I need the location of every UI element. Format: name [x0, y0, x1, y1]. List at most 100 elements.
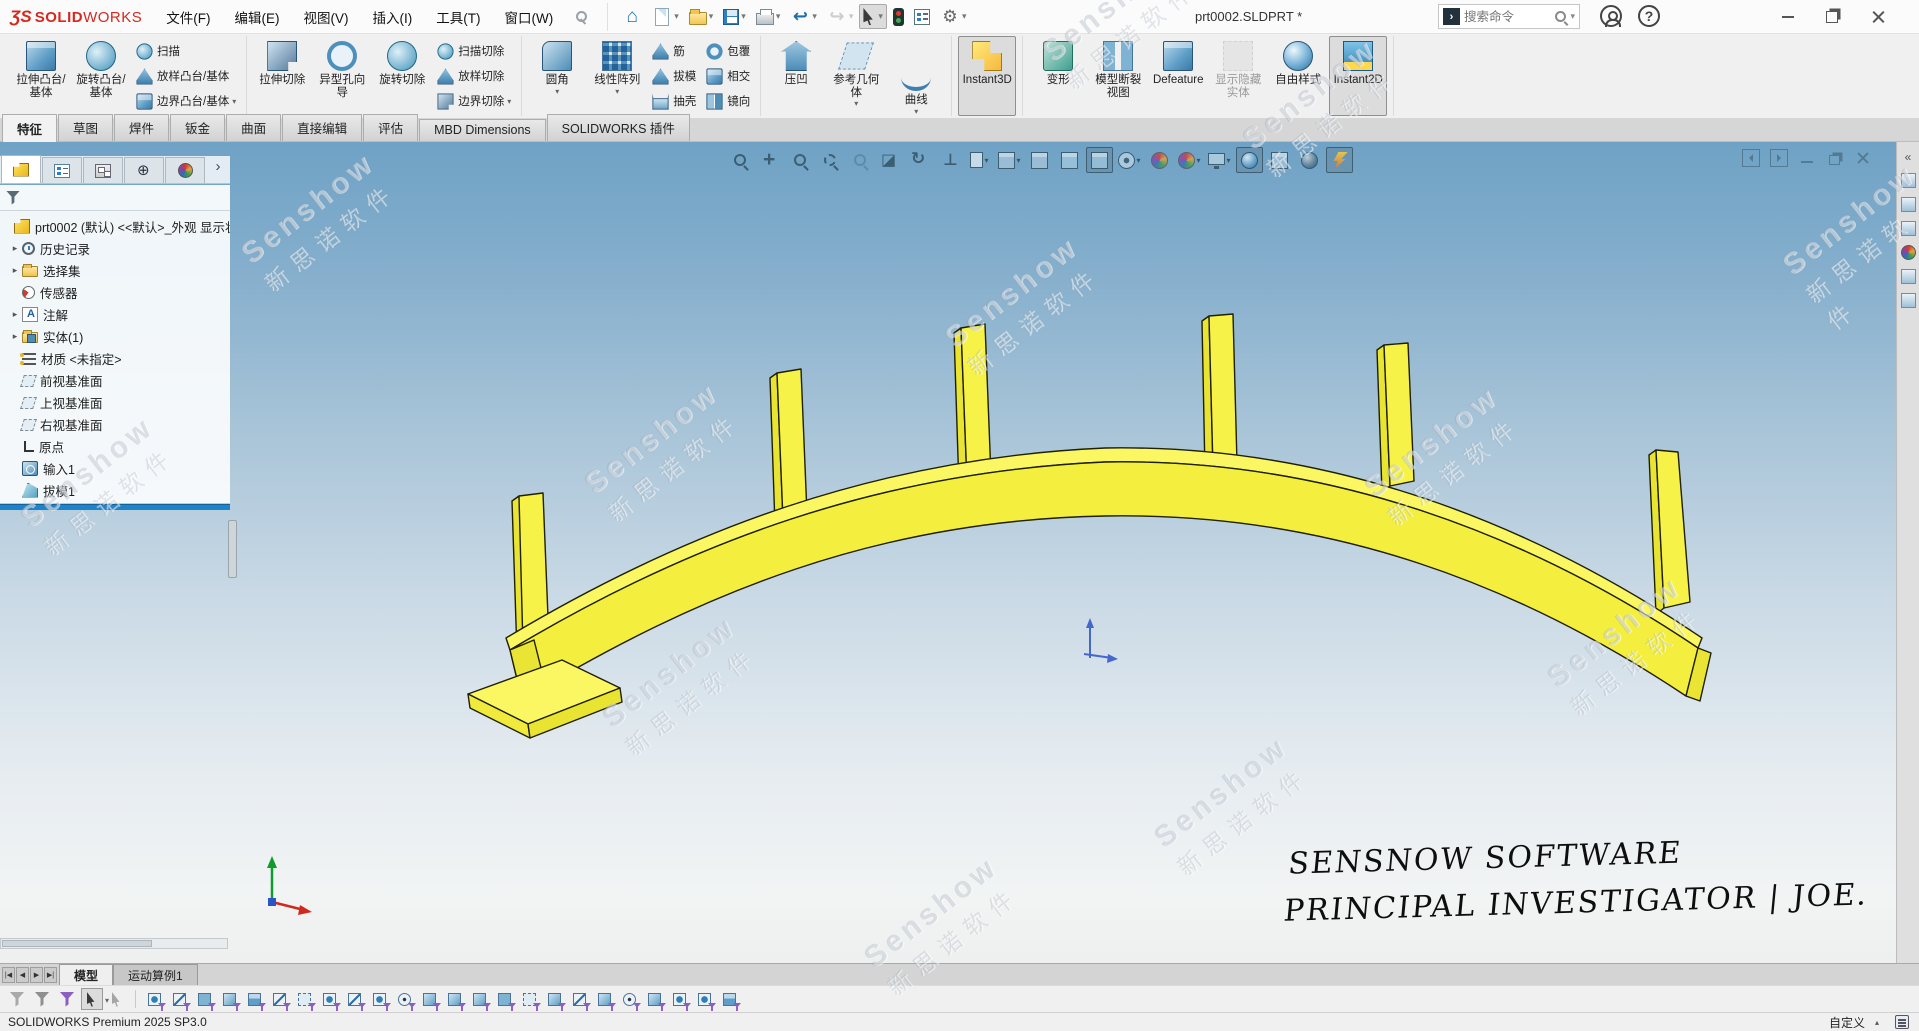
customize-label[interactable]: 自定义	[1829, 1014, 1865, 1031]
intersect-button[interactable]: 相交	[702, 64, 754, 88]
draft-button[interactable]: 拔模	[648, 64, 700, 88]
tab-weldments[interactable]: 焊件	[114, 114, 169, 141]
toggle-selection-filters-icon[interactable]	[56, 988, 78, 1010]
front-view-icon[interactable]: ▾	[996, 147, 1023, 173]
display-style-icon-caret[interactable]: ▾	[1136, 156, 1140, 165]
apply-scene-icon-caret[interactable]: ▾	[1196, 156, 1200, 165]
filter-routing-points-icon[interactable]	[668, 988, 690, 1010]
extruded-cut-button[interactable]: 拉伸切除	[253, 36, 311, 116]
linear-pattern-button-dropdown-icon[interactable]: ▾	[615, 88, 619, 96]
tree-item-history-expand-icon[interactable]: ▸	[8, 243, 22, 254]
search-dropdown-icon[interactable]: ▾	[1570, 11, 1575, 22]
instant2d-button[interactable]: Instant2D	[1329, 36, 1387, 116]
filter-datum-targets-icon[interactable]	[618, 988, 640, 1010]
reference-geometry-button-dropdown-icon[interactable]: ▾	[854, 100, 858, 108]
tree-item-draft1[interactable]: 拔模1	[0, 479, 230, 501]
panel-horizontal-scrollbar[interactable]	[0, 938, 228, 949]
instant3d-button[interactable]: Instant3D	[958, 36, 1016, 116]
menu-view[interactable]: 视图(V)	[294, 3, 359, 31]
edit-appearance-icon[interactable]	[1146, 147, 1173, 173]
open-icon-caret[interactable]: ▾	[709, 11, 714, 22]
tab-mbd-dimensions[interactable]: MBD Dimensions	[419, 119, 546, 141]
normal-to-icon[interactable]	[936, 147, 963, 173]
file-properties-icon[interactable]	[910, 5, 934, 29]
zoom-to-area-icon[interactable]	[786, 147, 813, 173]
minimize-button[interactable]	[1768, 0, 1808, 34]
tree-item-imported1[interactable]: 输入1	[0, 457, 230, 479]
undo-icon[interactable]: ▾	[786, 3, 821, 31]
tab-surfaces[interactable]: 曲面	[226, 114, 281, 141]
scrollbar-thumb[interactable]	[2, 940, 152, 947]
file-explorer-icon[interactable]	[1901, 221, 1916, 236]
revolved-cut-button[interactable]: 旋转切除	[373, 36, 431, 116]
account-icon[interactable]	[1600, 5, 1622, 27]
rib-button[interactable]: 筋	[648, 39, 700, 63]
shell-button[interactable]: 抽壳	[648, 89, 700, 113]
tree-item-front-plane[interactable]: 前视基准面	[0, 369, 230, 391]
search-icon[interactable]	[1555, 11, 1566, 22]
mirror-button[interactable]: 镜向	[702, 89, 754, 113]
deform-button[interactable]: 变形	[1029, 36, 1087, 116]
filter-dimensions-icon[interactable]	[443, 988, 465, 1010]
filter-notes-icon[interactable]	[518, 988, 540, 1010]
boundary-cut-button-dropdown-icon[interactable]: ▾	[507, 98, 511, 106]
view-orientation-icon[interactable]: ▾	[966, 147, 993, 173]
boundary-boss-button[interactable]: 边界凸台/基体▾	[132, 89, 240, 113]
home-taskpane-icon[interactable]	[1901, 173, 1916, 188]
revolved-boss-button[interactable]: 旋转凸台/基体	[72, 36, 130, 116]
show-hide-bodies-button[interactable]: 显示隐藏实体	[1209, 36, 1267, 116]
options-icon[interactable]: ▾	[936, 3, 971, 31]
redo-icon-caret[interactable]: ▾	[849, 11, 854, 22]
menu-insert[interactable]: 插入(I)	[363, 3, 423, 31]
tree-item-top-plane[interactable]: 上视基准面	[0, 391, 230, 413]
tree-item-selection-sets[interactable]: ▸选择集	[0, 259, 230, 281]
configurationmanager-tab[interactable]	[83, 157, 123, 183]
lasso-select-icon[interactable]	[106, 988, 128, 1010]
zoom-to-fit-icon[interactable]	[726, 147, 753, 173]
fillet-button[interactable]: 圆角▾	[528, 36, 586, 116]
pin-menu-icon[interactable]	[573, 9, 589, 25]
freestyle-button[interactable]: 自由样式	[1269, 36, 1327, 116]
apply-scene-icon[interactable]: ▾	[1176, 147, 1203, 173]
print-icon[interactable]: ▾	[752, 4, 785, 29]
model-tab[interactable]: 模型	[59, 964, 113, 985]
save-icon[interactable]: ▾	[719, 5, 750, 29]
filter-sketch-points-icon[interactable]	[318, 988, 340, 1010]
tile-next-icon[interactable]	[1770, 149, 1788, 167]
motion-study-tab[interactable]: 运动算例1	[113, 964, 198, 985]
displaymanager-tab[interactable]	[165, 157, 205, 183]
customize-caret-icon[interactable]: ▴	[1875, 1018, 1879, 1027]
undo-icon-caret[interactable]: ▾	[812, 11, 817, 22]
indent-button[interactable]: 压凹	[767, 36, 825, 116]
print-icon-caret[interactable]: ▾	[776, 11, 781, 22]
menu-tools[interactable]: 工具(T)	[426, 3, 490, 31]
new-document-icon-caret[interactable]: ▾	[674, 11, 679, 22]
shaded-with-edges-icon[interactable]	[1086, 147, 1113, 173]
next-tab-icon[interactable]: ▶	[30, 967, 43, 983]
section-view-icon[interactable]	[876, 147, 903, 173]
restore-button[interactable]	[1812, 0, 1852, 34]
tree-item-selection-sets-expand-icon[interactable]: ▸	[8, 265, 22, 276]
custom-properties-icon[interactable]	[1901, 269, 1916, 284]
filter-flyout-icon[interactable]	[31, 988, 53, 1010]
options-icon-caret[interactable]: ▾	[962, 11, 967, 22]
zoom-to-selection-icon[interactable]	[816, 147, 843, 173]
shadows-view-icon[interactable]	[1236, 147, 1263, 173]
defeature-button[interactable]: Defeature	[1149, 36, 1207, 116]
featuremanager-tree-tab[interactable]	[1, 155, 41, 183]
model-break-view-button[interactable]: 模型断裂视图	[1089, 36, 1147, 116]
camera-icon[interactable]	[1296, 147, 1323, 173]
tree-item-sensors[interactable]: 传感器	[0, 281, 230, 303]
last-tab-icon[interactable]: ▶|	[44, 967, 57, 983]
top-view-icon[interactable]	[1026, 147, 1053, 173]
swept-cut-button[interactable]: 扫描切除	[433, 39, 515, 63]
select-icon[interactable]: ▾	[859, 4, 887, 29]
tab-evaluate[interactable]: 评估	[363, 114, 418, 141]
view-settings-icon[interactable]: ▾	[1206, 147, 1233, 173]
tab-sheet-metal[interactable]: 钣金	[170, 114, 225, 141]
reference-geometry-button[interactable]: 参考几何体▾	[827, 36, 885, 116]
filter-faces-icon[interactable]	[193, 988, 215, 1010]
search-input[interactable]	[1464, 10, 1551, 24]
solidworks-forum-icon[interactable]	[1901, 293, 1916, 308]
tree-filter-bar[interactable]	[0, 185, 230, 211]
